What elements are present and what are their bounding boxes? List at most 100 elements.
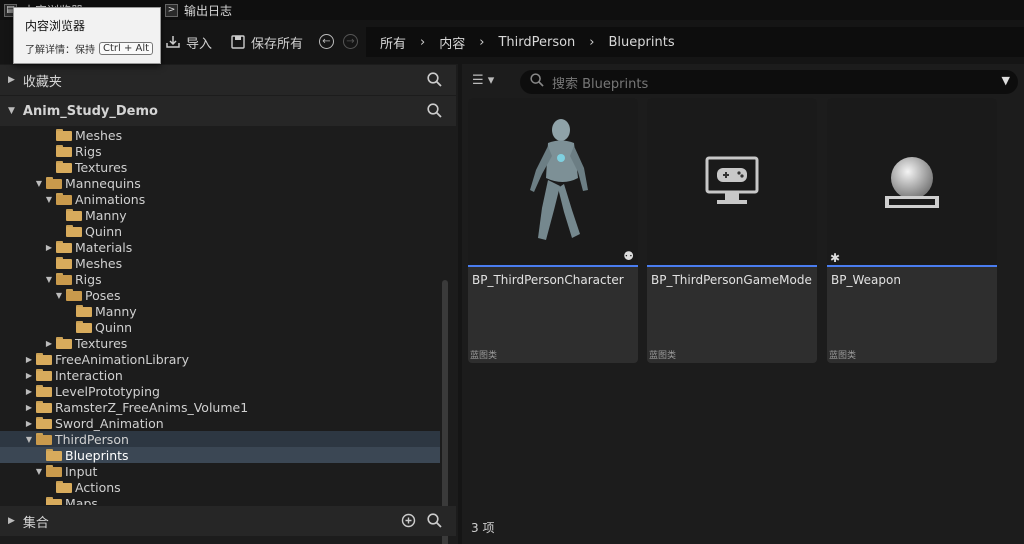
tree-item[interactable]: ▼ ThirdPerson xyxy=(0,431,440,447)
folder-icon xyxy=(46,449,62,461)
favorites-header[interactable]: ▶ 收藏夹 xyxy=(0,65,456,95)
mannequin-icon xyxy=(530,119,588,240)
asset-card[interactable]: ✱ BP_Weapon 蓝图类 xyxy=(827,98,997,363)
search-icon xyxy=(530,73,544,91)
breadcrumb-item-blueprints[interactable]: Blueprints xyxy=(609,35,675,50)
collapse-arrow-icon[interactable]: ▼ xyxy=(34,467,44,476)
tree-item[interactable]: Quinn xyxy=(0,319,440,335)
tree-item[interactable]: ▶ RamsterZ_FreeAnims_Volume1 xyxy=(0,399,440,415)
tree-item-label: Mannequins xyxy=(65,175,141,191)
search-placeholder: 搜索 Blueprints xyxy=(552,76,649,92)
folder-icon xyxy=(56,481,72,493)
breadcrumb-separator-icon[interactable]: › xyxy=(589,35,594,50)
tab-output-log[interactable]: > 输出日志 xyxy=(165,0,232,20)
tree-item-label: Maps xyxy=(65,495,98,506)
folder-icon xyxy=(76,305,92,317)
tree-item[interactable]: ▶ Interaction xyxy=(0,367,440,383)
tree-item[interactable]: ▼ Animations xyxy=(0,191,440,207)
folder-icon xyxy=(46,465,62,477)
tree-item[interactable]: ▼ Poses xyxy=(0,287,440,303)
expand-arrow-icon[interactable]: ▶ xyxy=(24,371,34,380)
search-icon[interactable] xyxy=(427,513,442,532)
tree-item[interactable]: ▼ Input xyxy=(0,463,440,479)
breadcrumb-item-all[interactable]: 所有 xyxy=(380,33,406,52)
collapse-arrow-icon[interactable]: ▼ xyxy=(8,106,15,116)
tree-item[interactable]: ▶ FreeAnimationLibrary xyxy=(0,351,440,367)
tree-item-label: Manny xyxy=(95,303,137,319)
collapse-arrow-icon[interactable]: ▼ xyxy=(34,179,44,188)
tree-item[interactable]: Manny xyxy=(0,303,440,319)
search-icon[interactable] xyxy=(427,72,442,91)
tree-scrollbar[interactable] xyxy=(442,280,448,544)
collapse-arrow-icon[interactable]: ▼ xyxy=(24,435,34,444)
folder-icon xyxy=(36,369,52,381)
expand-arrow-icon[interactable]: ▶ xyxy=(8,516,15,526)
folder-icon xyxy=(56,257,72,269)
tree-item[interactable]: Rigs xyxy=(0,143,440,159)
terminal-icon: > xyxy=(165,3,178,17)
expand-arrow-icon[interactable]: ▶ xyxy=(24,419,34,428)
back-button[interactable]: ← xyxy=(319,34,334,49)
expand-arrow-icon[interactable]: ▶ xyxy=(44,339,54,348)
folder-tree: Meshes Rigs Textures ▼ Mannequins ▼ Animations… xyxy=(0,127,440,505)
tree-item-label: Manny xyxy=(85,207,127,223)
collapse-arrow-icon[interactable]: ▼ xyxy=(54,291,64,300)
sphere-thumbnail: ✱ xyxy=(827,98,997,265)
tree-item-label: Input xyxy=(65,463,98,479)
tree-item-label: Actions xyxy=(75,479,121,495)
folder-icon xyxy=(66,225,82,237)
collections-header[interactable]: ▶ 集合 xyxy=(0,506,456,536)
tree-item[interactable]: Quinn xyxy=(0,223,440,239)
tree-item-label: Materials xyxy=(75,239,133,255)
asset-name: BP_ThirdPersonCharacter xyxy=(472,273,624,287)
expand-arrow-icon[interactable]: ▶ xyxy=(8,75,15,85)
tree-item[interactable]: Blueprints xyxy=(0,447,440,463)
folder-icon xyxy=(46,177,62,189)
folder-icon xyxy=(66,209,82,221)
forward-button[interactable]: → xyxy=(343,34,358,49)
filter-icon[interactable]: ☰ ▾ xyxy=(472,73,494,88)
breadcrumb: 所有 › 内容 › ThirdPerson › Blueprints xyxy=(366,27,1024,57)
tree-item[interactable]: Actions xyxy=(0,479,440,495)
tree-item[interactable]: Maps xyxy=(0,495,440,505)
tree-item[interactable]: ▼ Mannequins xyxy=(0,175,440,191)
breadcrumb-separator-icon[interactable]: › xyxy=(479,35,484,50)
breadcrumb-item-thirdperson[interactable]: ThirdPerson xyxy=(498,35,575,50)
star-icon: ✱ xyxy=(830,251,841,265)
folder-icon xyxy=(66,289,82,301)
chevron-down-icon[interactable]: ▼ xyxy=(1002,74,1010,87)
expand-arrow-icon[interactable]: ▶ xyxy=(24,355,34,364)
project-header[interactable]: ▼ Anim_Study_Demo xyxy=(0,96,456,126)
tree-item[interactable]: Meshes xyxy=(0,127,440,143)
search-input[interactable]: 搜索 Blueprints ▼ xyxy=(520,70,1018,94)
expand-arrow-icon[interactable]: ▶ xyxy=(44,243,54,252)
asset-view-panel: ☰ ▾ 搜索 Blueprints ▼ ⚉ BP_ThirdPersonChar… xyxy=(462,64,1024,544)
favorites-label: 收藏夹 xyxy=(22,74,62,90)
import-label: 导入 xyxy=(186,36,213,52)
add-collection-icon[interactable] xyxy=(401,513,416,532)
tree-item[interactable]: Manny xyxy=(0,207,440,223)
collapse-arrow-icon[interactable]: ▼ xyxy=(44,275,54,284)
tree-item[interactable]: Meshes xyxy=(0,255,440,271)
import-button[interactable]: 导入 xyxy=(165,32,212,52)
collapse-arrow-icon[interactable]: ▼ xyxy=(44,195,54,204)
tree-item[interactable]: ▶ LevelPrototyping xyxy=(0,383,440,399)
asset-card[interactable]: BP_ThirdPersonGameMode 蓝图类 xyxy=(647,98,817,363)
sphere-icon xyxy=(885,157,939,208)
breadcrumb-item-content[interactable]: 内容 xyxy=(439,33,465,52)
tree-item[interactable]: ▶ Textures xyxy=(0,335,440,351)
tooltip-hint: 了解详情：保持 Ctrl + Alt xyxy=(25,41,154,56)
tree-item[interactable]: ▶ Sword_Animation xyxy=(0,415,440,431)
breadcrumb-separator-icon[interactable]: › xyxy=(420,35,425,50)
tree-item[interactable]: Textures xyxy=(0,159,440,175)
expand-arrow-icon[interactable]: ▶ xyxy=(24,387,34,396)
save-all-button[interactable]: 保存所有 xyxy=(230,32,303,52)
search-icon[interactable] xyxy=(427,103,442,122)
item-count: 3 项 xyxy=(471,521,495,535)
tree-item[interactable]: ▶ Materials xyxy=(0,239,440,255)
tree-item[interactable]: ▼ Rigs xyxy=(0,271,440,287)
expand-arrow-icon[interactable]: ▶ xyxy=(24,403,34,412)
asset-card[interactable]: ⚉ BP_ThirdPersonCharacter 蓝图类 xyxy=(468,98,638,363)
project-label: Anim_Study_Demo xyxy=(22,103,158,119)
asset-type: 蓝图类 xyxy=(470,351,498,361)
